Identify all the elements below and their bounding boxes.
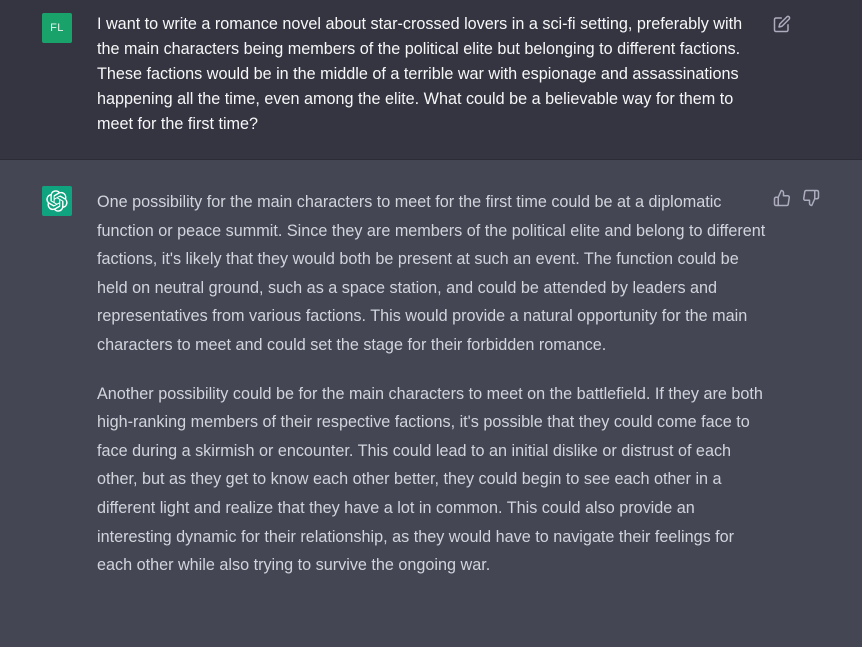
edit-icon[interactable]: [773, 15, 791, 33]
user-avatar: FL: [42, 13, 72, 43]
assistant-avatar: [42, 186, 72, 216]
thumbs-up-icon[interactable]: [773, 189, 791, 207]
thumbs-down-icon[interactable]: [802, 189, 820, 207]
openai-logo-icon: [46, 190, 68, 212]
user-avatar-initials: FL: [50, 22, 64, 34]
assistant-paragraph: One possibility for the main characters …: [97, 193, 766, 354]
user-message-text: I want to write a romance novel about st…: [97, 15, 743, 133]
assistant-paragraph: Another possibility could be for the mai…: [97, 384, 763, 575]
assistant-message: One possibility for the main characters …: [0, 161, 862, 647]
assistant-message-text: One possibility for the main characters …: [97, 188, 767, 600]
user-message: FL I want to write a romance novel about…: [0, 0, 862, 160]
